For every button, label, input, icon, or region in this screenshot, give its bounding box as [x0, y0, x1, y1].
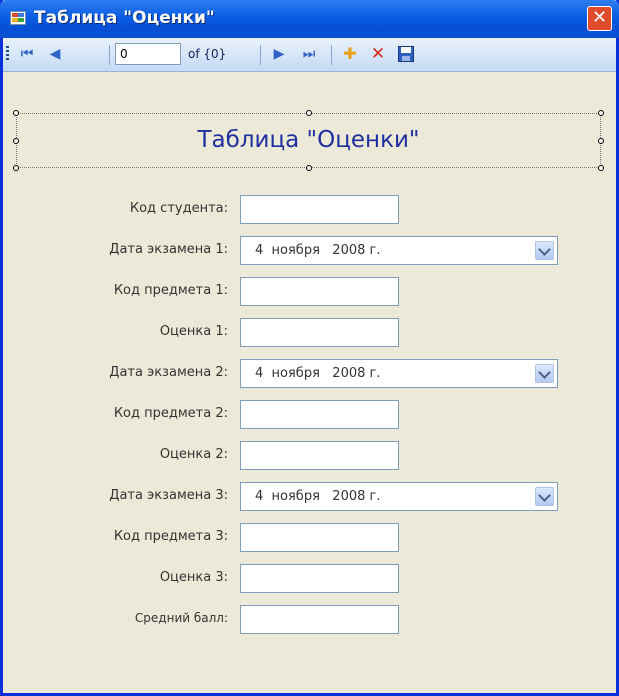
field-label: Код предмета 1: [113, 283, 228, 298]
app-icon [10, 11, 26, 25]
save-icon[interactable] [395, 45, 417, 63]
toolbar-separator [109, 45, 110, 65]
add-new-icon[interactable]: ✚ [339, 45, 361, 63]
toolbar-separator [260, 45, 261, 65]
field-label: Средний балл: [134, 611, 228, 625]
toolbar-grip[interactable] [6, 46, 9, 62]
resize-handle[interactable] [13, 138, 19, 144]
chevron-down-icon[interactable] [535, 241, 554, 260]
field-label: Оценка 3: [159, 570, 228, 585]
move-first-icon[interactable]: ⏮ [17, 45, 37, 63]
field-label: Оценка 1: [159, 324, 228, 339]
field-label: Дата экзамена 1: [109, 242, 228, 257]
resize-handle[interactable] [13, 165, 19, 171]
field-label: Код студента: [129, 201, 228, 216]
date-value: 4 ноября 2008 г. [255, 243, 381, 258]
window-title: Таблица "Оценки" [34, 8, 215, 28]
count-label: of {0} [188, 47, 227, 61]
text-field[interactable] [240, 564, 399, 593]
exam-date-picker[interactable]: 4 ноября 2008 г. [240, 482, 558, 511]
chevron-down-icon[interactable] [535, 487, 554, 506]
text-field[interactable] [240, 523, 399, 552]
move-last-icon[interactable]: ⏭ [297, 45, 321, 63]
close-button[interactable]: ✕ [587, 6, 612, 31]
exam-date-picker[interactable]: 4 ноября 2008 г. [240, 236, 558, 265]
text-field[interactable] [240, 441, 399, 470]
form-header: Таблица "Оценки" [197, 127, 420, 153]
text-field[interactable] [240, 400, 399, 429]
resize-handle[interactable] [306, 165, 312, 171]
header-label-box: Таблица "Оценки" [13, 110, 604, 171]
title-bar[interactable]: Таблица "Оценки" ✕ [0, 0, 619, 38]
position-input[interactable]: 0 [115, 43, 181, 65]
field-label: Дата экзамена 3: [109, 488, 228, 503]
date-value: 4 ноября 2008 г. [255, 366, 381, 381]
field-label: Дата экзамена 2: [109, 365, 228, 380]
text-field[interactable] [240, 605, 399, 634]
chevron-down-icon[interactable] [535, 364, 554, 383]
resize-handle[interactable] [598, 110, 604, 116]
date-value: 4 ноября 2008 г. [255, 489, 381, 504]
move-previous-icon[interactable]: ◀ [45, 45, 65, 63]
resize-handle[interactable] [598, 138, 604, 144]
field-label: Код предмета 3: [113, 529, 228, 544]
text-field[interactable] [240, 277, 399, 306]
move-next-icon[interactable]: ▶ [269, 45, 289, 63]
form-window: Таблица "Оценки" ✕ ⏮ ◀ 0 of {0} ▶ ⏭ ✚ ✕ … [0, 0, 619, 696]
resize-handle[interactable] [598, 165, 604, 171]
delete-icon[interactable]: ✕ [367, 45, 389, 63]
resize-handle[interactable] [13, 110, 19, 116]
field-label: Оценка 2: [159, 447, 228, 462]
resize-handle[interactable] [306, 110, 312, 116]
field-label: Код предмета 2: [113, 406, 228, 421]
binding-navigator: ⏮ ◀ 0 of {0} ▶ ⏭ ✚ ✕ [3, 38, 616, 72]
text-field[interactable] [240, 195, 399, 224]
exam-date-picker[interactable]: 4 ноября 2008 г. [240, 359, 558, 388]
toolbar-separator [331, 45, 332, 65]
text-field[interactable] [240, 318, 399, 347]
